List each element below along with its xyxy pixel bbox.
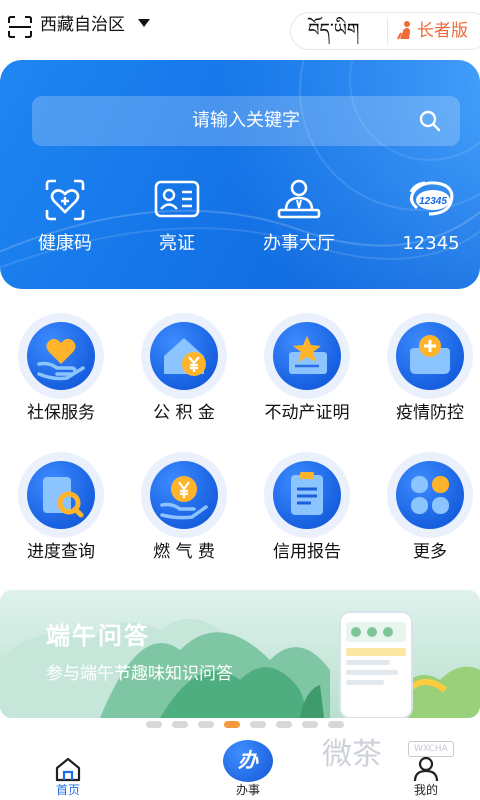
service-icon-disc bbox=[396, 461, 464, 529]
service-epidemic-control[interactable]: 疫情防控 bbox=[369, 313, 480, 433]
pager-dot[interactable] bbox=[198, 721, 214, 728]
pager-dot[interactable] bbox=[172, 721, 188, 728]
nav-label-profile: 我的 bbox=[413, 783, 438, 797]
quick-action-health-code[interactable]: 健康码 bbox=[10, 178, 120, 258]
quick-action-show-id[interactable]: 亮证 bbox=[122, 178, 232, 258]
hero-card: 请输入关键字 健康码 亮证 办事大厅 12345 12345 bbox=[0, 60, 480, 289]
quick-action-service-hall[interactable]: 办事大厅 bbox=[244, 178, 354, 258]
social-security-heart-hand-icon bbox=[37, 338, 85, 381]
mode-divider bbox=[387, 18, 388, 44]
nav-tab-work[interactable]: 办 办事 bbox=[208, 735, 288, 800]
scan-icon[interactable] bbox=[8, 16, 32, 38]
service-social-security[interactable]: 社保服务 bbox=[0, 313, 120, 433]
pager-dot[interactable] bbox=[250, 721, 266, 728]
watermark-text: 微茶 bbox=[322, 737, 382, 772]
service-label: 燃 气 费 bbox=[153, 542, 215, 562]
service-label: 信用报告 bbox=[273, 542, 341, 562]
nav-label-home: 首页 bbox=[55, 783, 80, 797]
service-icon-halo bbox=[18, 452, 104, 538]
quick-action-hotline[interactable]: 12345 12345 bbox=[376, 178, 480, 258]
pager-dot-active[interactable] bbox=[224, 721, 240, 728]
service-credit-report[interactable]: 信用报告 bbox=[246, 452, 366, 572]
service-progress-query[interactable]: 进度查询 bbox=[0, 452, 120, 572]
credit-report-document-icon bbox=[291, 472, 323, 515]
service-icon-halo bbox=[141, 313, 227, 399]
service-real-estate-certificate[interactable]: 不动产证明 bbox=[246, 313, 366, 433]
work-badge-text: 办 bbox=[238, 748, 258, 772]
nav-label-work: 办事 bbox=[235, 783, 260, 797]
progress-search-icon bbox=[43, 477, 84, 518]
service-icon-halo bbox=[264, 452, 350, 538]
service-icon-disc bbox=[273, 322, 341, 390]
more-petals-icon bbox=[411, 476, 449, 514]
search-input[interactable]: 请输入关键字 bbox=[32, 109, 460, 133]
quick-action-label: 12345 bbox=[402, 233, 460, 254]
service-label: 进度查询 bbox=[27, 542, 95, 562]
service-icon-disc bbox=[150, 461, 218, 529]
banner-illustration bbox=[0, 611, 480, 718]
chevron-down-icon[interactable] bbox=[138, 19, 150, 27]
nav-tab-home[interactable]: 首页 bbox=[28, 735, 108, 800]
service-label: 疫情防控 bbox=[396, 403, 464, 423]
service-label: 社保服务 bbox=[27, 403, 95, 423]
banner-subtitle: 参与端午节趣味知识问答 bbox=[46, 664, 233, 684]
service-housing-fund[interactable]: 公 积 金 bbox=[123, 313, 243, 433]
promo-banner[interactable]: 端午问答 参与端午节趣味知识问答 bbox=[0, 590, 480, 718]
service-icon-halo bbox=[18, 313, 104, 399]
top-bar: 西藏自治区 བོད་ཡིག 长者版 bbox=[0, 0, 480, 56]
service-label: 更多 bbox=[413, 542, 447, 562]
service-icon-halo bbox=[387, 452, 473, 538]
pager-dot[interactable] bbox=[302, 721, 318, 728]
id-card-icon bbox=[154, 180, 200, 218]
home-icon bbox=[55, 757, 81, 782]
service-icon-disc bbox=[150, 322, 218, 390]
pager-dot[interactable] bbox=[276, 721, 292, 728]
pager-dot[interactable] bbox=[328, 721, 344, 728]
work-icon: 办 bbox=[223, 740, 273, 782]
pager-dot[interactable] bbox=[146, 721, 162, 728]
service-hall-icon bbox=[277, 179, 321, 219]
service-icon-disc bbox=[273, 461, 341, 529]
quick-action-label: 办事大厅 bbox=[263, 233, 335, 254]
quick-action-label: 亮证 bbox=[159, 233, 195, 254]
service-icon-disc bbox=[396, 322, 464, 390]
service-gas-fee[interactable]: 燃 气 费 bbox=[123, 452, 243, 572]
service-label: 不动产证明 bbox=[264, 403, 350, 423]
service-icon-halo bbox=[387, 313, 473, 399]
epidemic-shield-plus-icon bbox=[410, 335, 450, 374]
hotline-12345-icon: 12345 bbox=[409, 181, 454, 216]
region-selector[interactable]: 西藏自治区 bbox=[40, 13, 125, 37]
watermark-tag: WXCHA bbox=[408, 741, 454, 757]
search-bar[interactable]: 请输入关键字 bbox=[32, 96, 460, 146]
elder-mode-button[interactable]: 长者版 bbox=[417, 19, 468, 43]
service-icon-halo bbox=[141, 452, 227, 538]
banner-title: 端午问答 bbox=[46, 622, 150, 650]
service-icon-disc bbox=[27, 461, 95, 529]
gas-fee-yen-hand-icon bbox=[160, 476, 208, 520]
service-label: 公 积 金 bbox=[153, 403, 215, 423]
svg-text:12345: 12345 bbox=[419, 196, 447, 207]
real-estate-star-icon bbox=[289, 336, 327, 374]
search-icon[interactable] bbox=[418, 109, 442, 133]
service-icon-disc bbox=[27, 322, 95, 390]
service-icon-halo bbox=[264, 313, 350, 399]
housing-fund-yen-icon bbox=[164, 338, 206, 376]
health-code-heart-icon bbox=[45, 179, 85, 221]
service-more[interactable]: 更多 bbox=[369, 452, 480, 572]
quick-action-label: 健康码 bbox=[38, 233, 92, 254]
watermark: 微茶 WXCHA bbox=[322, 735, 472, 777]
elder-mode-icon bbox=[397, 21, 410, 40]
tibetan-language-button[interactable]: བོད་ཡིག bbox=[308, 18, 359, 44]
